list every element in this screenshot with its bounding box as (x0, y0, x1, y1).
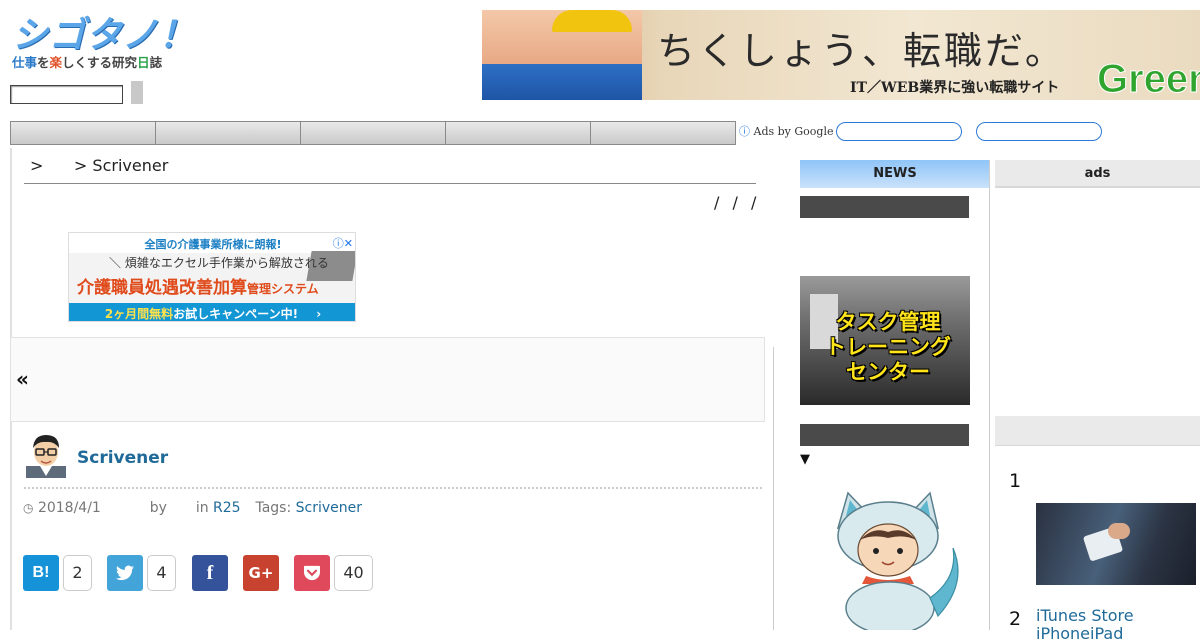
banner-subline: IT／WEB業界に強い転職サイト (850, 80, 1060, 96)
pocket-icon (304, 565, 320, 581)
top-banner-ad[interactable]: ちくしょう、転職だ。 IT／WEB業界に強い転職サイト Green (482, 10, 1200, 100)
tag-link[interactable]: Scrivener (296, 500, 362, 516)
pocket-count: 40 (334, 555, 373, 591)
news-header: NEWS (800, 160, 990, 188)
ad-headline: 介護職員処遇改善加算管理システム (77, 278, 319, 298)
nav-item-2[interactable] (156, 122, 301, 144)
prev-post-box[interactable] (10, 337, 765, 422)
mascot-illustration (836, 491, 959, 630)
category-link[interactable]: R25 (213, 500, 241, 516)
ranking-header (995, 416, 1200, 446)
meta-divider (24, 487, 762, 489)
ad-link-pill-2[interactable] (976, 122, 1102, 141)
facebook-share-button[interactable]: f (192, 555, 228, 591)
hatena-bookmark-button[interactable]: B! (23, 555, 59, 591)
ad-close-icon[interactable]: ⓘ✕ (333, 235, 353, 251)
ad-cta-bar[interactable]: 2ヶ月間無料お試しキャンペーン中! › (69, 303, 355, 321)
task-training-banner[interactable]: タスク管理 トレーニング センター (800, 276, 970, 405)
ads-header: ads (995, 160, 1200, 188)
banner-headline: ちくしょう、転職だ。 (657, 29, 1066, 73)
triangle-down-icon[interactable]: ▼ (800, 452, 810, 467)
nav-item-5[interactable] (591, 122, 735, 144)
global-nav (10, 121, 736, 145)
twitter-count: 4 (147, 555, 176, 591)
google-plus-share-button[interactable]: G+ (243, 555, 279, 591)
twitter-icon (116, 565, 134, 581)
author-avatar[interactable] (26, 432, 66, 478)
pocket-save-button[interactable] (294, 555, 330, 591)
ads-by-google-label: Ads by Google (753, 125, 834, 138)
ranking-number: 2 (1009, 608, 1022, 630)
breadcrumb[interactable]: > > Scrivener (30, 156, 168, 175)
nav-item-1[interactable] (11, 122, 156, 144)
post-title[interactable]: Scrivener (77, 448, 168, 468)
clock-icon: ◷ (23, 501, 34, 515)
ranking-title-link[interactable]: iTunes Store iPhoneiPad (1036, 607, 1200, 643)
share-links[interactable]: / / / (714, 193, 760, 212)
banner-brand-logo: Green (1097, 57, 1200, 101)
ad-line-1: ＼ 煩雑なエクセル手作業から解放される (109, 256, 329, 270)
logo-title[interactable]: シゴタノ！ (12, 6, 196, 58)
ad-top-line: 全国の介護事業所様に朗報! (69, 233, 355, 253)
in-article-ad[interactable]: 全国の介護事業所様に朗報! ⓘ✕ ＼ 煩雑なエクセル手作業から解放される 介護職… (68, 232, 356, 322)
hatena-count: 2 (63, 555, 92, 591)
chevron-right-icon: › (316, 307, 322, 321)
news-bar[interactable] (800, 424, 969, 446)
task-banner-text: タスク管理 トレーニング センター (825, 310, 951, 384)
nav-item-4[interactable] (446, 122, 591, 144)
twitter-share-button[interactable] (107, 555, 143, 591)
sidebar-divider (989, 160, 990, 630)
ranking-thumbnail[interactable] (1036, 503, 1196, 585)
search-button[interactable] (131, 81, 143, 104)
ads-by-google[interactable]: ⓘ Ads by Google (739, 123, 833, 139)
ranking-number: 1 (1009, 470, 1022, 492)
search-input[interactable] (10, 85, 123, 104)
ad-link-pill-1[interactable] (836, 122, 962, 141)
post-meta: ◷ 2018/4/1 by in R25 Tags: Scrivener (23, 500, 362, 516)
nav-item-3[interactable] (301, 122, 446, 144)
column-divider (773, 347, 774, 630)
hand-image (1108, 523, 1130, 539)
post-in: in (195, 500, 209, 516)
post-by: by (149, 500, 167, 516)
logo-tagline: 仕事を楽しくする研究日誌 (12, 55, 163, 70)
info-icon[interactable]: ⓘ (739, 125, 750, 138)
banner-helmet (552, 10, 632, 32)
tags-label: Tags: (255, 500, 292, 516)
prev-post-arrow-icon[interactable]: « (16, 367, 29, 391)
news-bar[interactable] (800, 196, 969, 218)
breadcrumb-divider (24, 183, 756, 184)
post-date: 2018/4/1 (37, 500, 101, 516)
